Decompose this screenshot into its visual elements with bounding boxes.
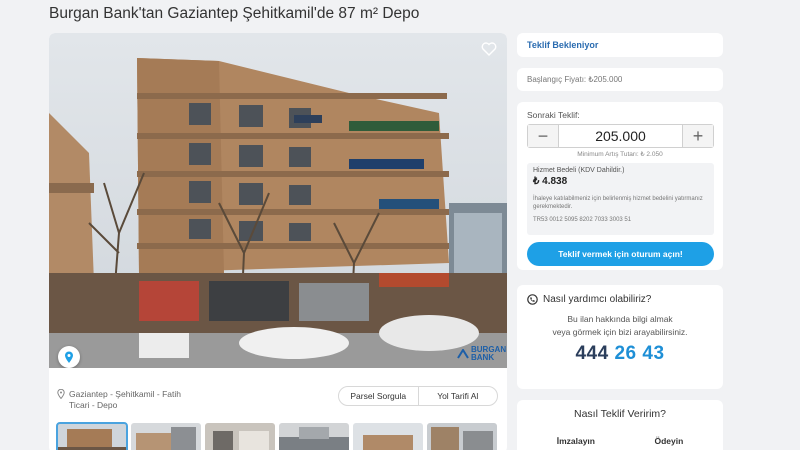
help-title: Nasıl yardımcı olabiliriz? xyxy=(543,294,652,305)
help-card: Nasıl yardımcı olabiliriz? Bu ilan hakkı… xyxy=(517,285,723,389)
map-marker-icon xyxy=(57,389,65,399)
bid-panel: Sonraki Teklif: − 205.000 + Minimum Artı… xyxy=(517,102,723,270)
iban-text: TR53 0012 5095 8202 7033 3003 51 xyxy=(533,217,632,223)
fee-value: ₺ 4.838 xyxy=(533,176,568,187)
thumbnail-strip xyxy=(56,422,497,450)
login-to-bid-button[interactable]: Teklif vermek için oturum açın! xyxy=(527,242,714,266)
howto-title: Nasıl Teklif Veririm? xyxy=(574,408,666,420)
page-title: Burgan Bank'tan Gaziantep Şehitkamil'de … xyxy=(49,5,420,22)
bank-watermark: BURGAN BANK xyxy=(457,346,506,362)
thumbnail[interactable] xyxy=(205,423,275,450)
min-increment: Minimum Artış Tutarı: ₺ 2.050 xyxy=(577,151,663,158)
help-line-1: Bu ilan hakkında bilgi almak xyxy=(567,314,673,324)
fee-label: Hizmet Bedeli (KDV Dahildir.) xyxy=(533,167,625,174)
watermark-line2: BANK xyxy=(471,353,495,362)
phone-part-2: 26 43 xyxy=(614,343,665,364)
howto-step-pay: Ödeyin xyxy=(654,436,684,446)
thumbnail[interactable] xyxy=(131,423,201,450)
main-photo[interactable]: BURGAN BANK xyxy=(49,33,507,368)
phone-chat-icon xyxy=(527,294,538,305)
howto-step-sign: İmzalayın xyxy=(556,436,595,446)
start-price: Başlangıç Fiyatı: ₺205.000 xyxy=(517,68,723,91)
gallery-card: BURGAN BANK Gaziantep - Şehitkamil - Fat… xyxy=(49,33,507,450)
auction-status: Teklif Bekleniyor xyxy=(517,33,723,57)
bid-amount-input[interactable]: 205.000 xyxy=(558,125,683,147)
phone-number[interactable]: 444 26 43 xyxy=(527,343,713,365)
increase-bid-button[interactable]: + xyxy=(683,125,713,147)
location-pin-icon xyxy=(65,351,73,363)
phone-part-1: 444 xyxy=(575,343,609,364)
decrease-bid-button[interactable]: − xyxy=(528,125,558,147)
service-fee-box: Hizmet Bedeli (KDV Dahildir.) ₺ 4.838 İh… xyxy=(527,163,714,235)
action-buttons: Parsel Sorgula Yol Tarifi Al xyxy=(338,386,498,406)
thumbnail[interactable] xyxy=(353,423,423,450)
thumbnail[interactable] xyxy=(427,423,497,450)
fee-note: İhaleye katılabilmeniz için belirlenmiş … xyxy=(533,196,703,210)
bank-logo-icon xyxy=(457,349,469,359)
location-row: Gaziantep - Şehitkamil - Fatih Ticari - … xyxy=(57,389,199,411)
thumbnail[interactable] xyxy=(279,423,349,450)
parcel-query-button[interactable]: Parsel Sorgula xyxy=(339,387,419,405)
heart-outline-icon xyxy=(481,42,497,56)
directions-button[interactable]: Yol Tarifi Al xyxy=(419,387,498,405)
bid-stepper: − 205.000 + xyxy=(527,124,714,148)
help-line-2: veya görmek için bizi arayabilirsiniz. xyxy=(552,327,688,337)
location-text: Gaziantep - Şehitkamil - Fatih Ticari - … xyxy=(69,389,181,410)
favorite-button[interactable] xyxy=(479,39,499,59)
map-pin-button[interactable] xyxy=(58,346,80,368)
next-bid-label: Sonraki Teklif: xyxy=(527,110,580,120)
howto-card: Nasıl Teklif Veririm? İmzalayın Ödeyin xyxy=(517,400,723,450)
thumbnail[interactable] xyxy=(56,422,128,450)
